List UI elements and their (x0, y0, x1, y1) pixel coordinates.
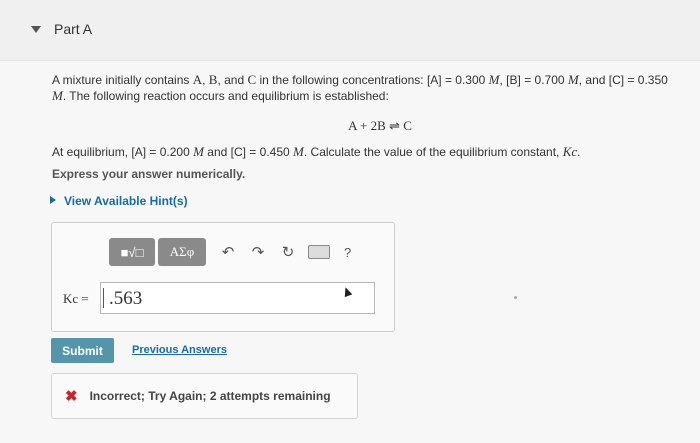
equilibrium-text: At equilibrium, [A] = 0.200 M and [C] = … (52, 144, 581, 159)
expand-arrow-icon (50, 196, 56, 204)
feedback-text: Incorrect; Try Again; 2 attempts remaini… (89, 389, 331, 403)
redo-icon[interactable]: ↷ (250, 243, 266, 261)
stray-dot (514, 296, 517, 299)
problem-text: A mixture initially contains A, B, and C… (52, 72, 668, 103)
incorrect-x-icon: ✖ (65, 388, 78, 405)
part-header[interactable]: Part A (0, 0, 700, 61)
answer-input[interactable]: .563 (100, 282, 375, 314)
templates-button[interactable]: ■√□ (109, 238, 155, 266)
submit-button[interactable]: Submit (51, 338, 114, 363)
collapse-triangle-icon[interactable] (31, 26, 41, 33)
reaction-equation: A + 2B ⇌ C (348, 118, 412, 133)
undo-icon[interactable]: ↶ (220, 243, 236, 261)
previous-answers-link[interactable]: Previous Answers (132, 344, 227, 356)
instruction: Express your answer numerically. (52, 167, 246, 181)
reset-icon[interactable]: ↻ (280, 243, 296, 261)
keyboard-icon[interactable] (308, 245, 330, 259)
feedback-box: ✖ Incorrect; Try Again; 2 attempts remai… (51, 373, 358, 419)
view-hints-link[interactable]: View Available Hint(s) (50, 194, 188, 208)
answer-label: Kc = (63, 291, 89, 306)
math-toolbar: ■√□ ΑΣφ ↶ ↷ ↻ ? (109, 238, 351, 266)
answer-box: ■√□ ΑΣφ ↶ ↷ ↻ ? Kc = .563 (51, 222, 395, 332)
help-icon[interactable]: ? (344, 245, 351, 260)
symbols-button[interactable]: ΑΣφ (158, 238, 206, 266)
part-title: Part A (54, 21, 93, 37)
